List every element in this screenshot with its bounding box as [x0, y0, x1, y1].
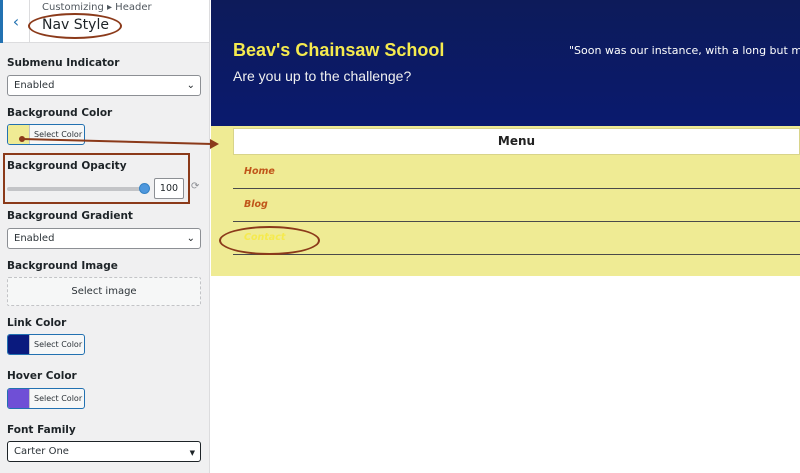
background-gradient-select[interactable]: Enabled ⌄: [7, 228, 201, 249]
chevron-down-icon: ⌄: [186, 233, 195, 244]
background-color-label: Background Color: [7, 107, 113, 119]
background-gradient-value: Enabled: [14, 233, 55, 244]
chevron-left-icon: ‹: [12, 12, 20, 31]
link-color-button[interactable]: Select Color: [7, 334, 85, 355]
background-image-label: Background Image: [7, 260, 118, 272]
menu-toggle-button[interactable]: Menu: [233, 128, 800, 155]
customizer-sidebar: ‹ Customizing ▸ Header Nav Style Submenu…: [0, 0, 210, 473]
hover-color-button[interactable]: Select Color: [7, 388, 85, 409]
background-color-button[interactable]: Select Color: [7, 124, 85, 145]
hover-color-swatch: [8, 389, 30, 408]
hover-color-button-label: Select Color: [34, 394, 83, 403]
annotation-ellipse-title: [28, 13, 122, 39]
nav-item-home[interactable]: Home: [233, 156, 800, 189]
reset-icon[interactable]: ⟳: [191, 181, 199, 192]
chevron-down-icon: ⌄: [186, 80, 195, 91]
submenu-indicator-select[interactable]: Enabled ⌄: [7, 75, 201, 96]
hover-color-label: Hover Color: [7, 370, 77, 382]
submenu-indicator-value: Enabled: [14, 80, 55, 91]
annotation-box-opacity: [3, 153, 190, 204]
link-color-label: Link Color: [7, 317, 67, 329]
site-title[interactable]: Beav's Chainsaw School: [233, 40, 444, 61]
caret-down-icon: ▼: [189, 449, 195, 457]
select-image-button[interactable]: Select image: [7, 277, 201, 306]
arrow-right-icon: [210, 139, 219, 149]
submenu-indicator-label: Submenu Indicator: [7, 57, 120, 69]
header-quote: "Soon was our instance, with a long but …: [569, 44, 800, 57]
background-gradient-label: Background Gradient: [7, 210, 133, 222]
link-color-button-label: Select Color: [34, 340, 83, 349]
annotation-ellipse-contact: [219, 226, 320, 255]
font-family-label: Font Family: [7, 424, 76, 436]
site-tagline: Are you up to the challenge?: [233, 68, 412, 84]
site-header: Beav's Chainsaw School Are you up to the…: [211, 0, 800, 126]
nav-item-blog[interactable]: Blog: [233, 189, 800, 222]
link-color-swatch: [8, 335, 30, 354]
font-family-select[interactable]: Carter One ▼: [7, 441, 201, 462]
nav-menu: Menu Home Blog Contact: [211, 126, 800, 276]
back-button[interactable]: ‹: [0, 0, 30, 43]
font-family-value: Carter One: [14, 446, 69, 457]
breadcrumb: Customizing ▸ Header: [42, 2, 152, 13]
